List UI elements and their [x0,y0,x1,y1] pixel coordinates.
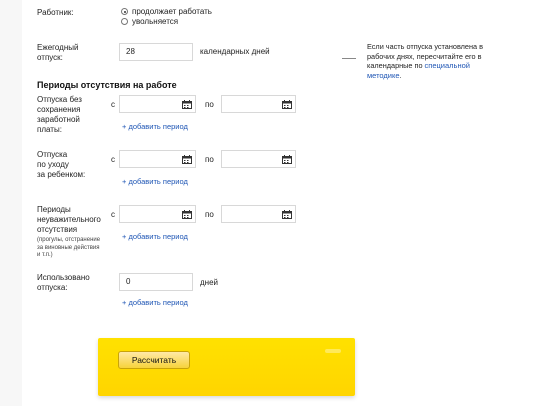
period-absence-to-label: по [205,210,214,219]
period-childcare-to-label: по [205,155,214,164]
absence-section-title: Периоды отсутствия на работе [37,80,177,90]
used-leave-unit: дней [200,278,219,287]
radio-resigning-label[interactable]: увольняется [132,17,178,27]
recalc-note: Если часть отпуска установлена в рабочих… [367,42,483,80]
calendar-icon[interactable] [182,100,192,109]
period-absence-sublabel: (прогулы, отстранение за виновные действ… [37,237,101,258]
add-period-unpaid-link[interactable]: + добавить период [122,122,188,131]
used-leave-input[interactable]: 0 [119,273,193,291]
period-unpaid-to-input[interactable] [221,95,296,113]
method-link[interactable]: специальной [425,61,470,70]
calendar-icon[interactable] [182,210,192,219]
radio-continues-working[interactable] [121,8,128,15]
period-absence-label: Периоды неуважительного отсутствия [37,205,101,234]
radio-continues-working-label[interactable]: продолжает работать [132,7,212,17]
calendar-icon[interactable] [182,155,192,164]
calendar-icon[interactable] [282,155,292,164]
period-childcare-to-input[interactable] [221,150,296,168]
period-unpaid-to-label: по [205,100,214,109]
radio-resigning[interactable] [121,18,128,25]
add-period-childcare-link[interactable]: + добавить период [122,177,188,186]
period-absence-from-input[interactable] [119,205,196,223]
period-unpaid-from-label: с [111,100,115,109]
calculate-panel: Рассчитать [98,338,355,396]
note-divider [342,58,356,59]
used-leave-label: Использовано отпуска: [37,273,90,292]
period-childcare-label: Отпуска по уходу за ребенком: [37,150,86,179]
period-unpaid-label: Отпуска без сохранения заработной платы: [37,95,82,134]
annual-leave-label: Ежегодный отпуск: [37,43,79,62]
add-period-absence-link[interactable]: + добавить период [122,232,188,241]
period-absence-from-label: с [111,210,115,219]
calendar-icon[interactable] [282,100,292,109]
calendar-icon[interactable] [282,210,292,219]
period-unpaid-from-input[interactable] [119,95,196,113]
annual-leave-input[interactable]: 28 [119,43,193,61]
add-period-used-link[interactable]: + добавить период [122,298,188,307]
period-absence-to-input[interactable] [221,205,296,223]
annual-leave-unit: календарных дней [200,47,270,56]
period-childcare-from-input[interactable] [119,150,196,168]
period-childcare-from-label: с [111,155,115,164]
worker-label: Работник: [37,8,74,17]
method-link-cont[interactable]: методике [367,71,400,80]
panel-decoration [325,349,341,353]
calculate-button[interactable]: Рассчитать [118,351,190,369]
